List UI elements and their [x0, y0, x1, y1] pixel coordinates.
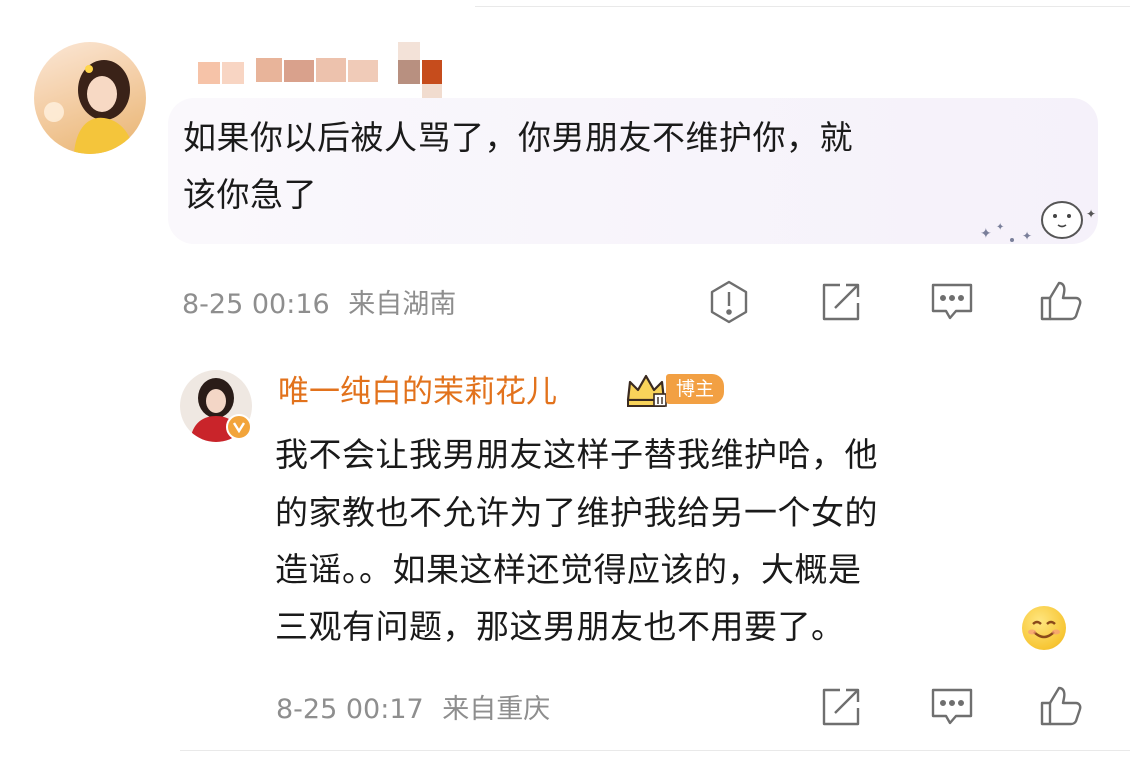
- svg-text:✦: ✦: [980, 226, 992, 242]
- bottom-divider: [180, 750, 1130, 751]
- cartoon-sticker-icon: ✦ ✦ ✦ ✦: [980, 201, 1096, 243]
- reply-text-line4: 三观有问题，那这男朋友也不用要了。: [275, 607, 845, 646]
- svg-text:✦: ✦: [1022, 229, 1032, 243]
- comment-date: 8-25 00:16: [182, 289, 330, 320]
- comment-location: 来自湖南: [348, 289, 457, 320]
- share-icon[interactable]: [818, 279, 864, 325]
- verified-badge-icon: [226, 414, 252, 440]
- svg-text:✦: ✦: [996, 222, 1004, 233]
- comment-text-line2: 该你急了: [183, 175, 317, 214]
- like-icon[interactable]: [1038, 279, 1084, 325]
- reply-text-line1: 我不会让我男朋友这样子替我维护哈，他: [275, 435, 878, 474]
- commenter-avatar[interactable]: [34, 42, 146, 154]
- smile-emoji: [1022, 606, 1066, 650]
- reply-meta: 8-25 00:17 来自重庆: [276, 687, 550, 726]
- comment-text-line1: 如果你以后被人骂了，你男朋友不维护你，就: [183, 118, 853, 157]
- reply-share-icon[interactable]: [818, 684, 864, 730]
- reply-comment-icon[interactable]: [929, 684, 975, 730]
- commenter-username-blurred[interactable]: [198, 42, 443, 98]
- comment-meta: 8-25 00:16 来自湖南: [182, 282, 456, 321]
- blogger-badge: 博主: [666, 374, 724, 404]
- reply-location: 来自重庆: [442, 694, 551, 725]
- top-divider: [475, 6, 1130, 7]
- reply-text-line3: 造谣。。如果这样还觉得应该的，大概是: [275, 550, 862, 589]
- reply-text-line2: 的家教也不允许为了维护我给另一个女的: [275, 493, 878, 532]
- svg-text:✦: ✦: [1086, 207, 1096, 221]
- reply-date: 8-25 00:17: [276, 694, 424, 725]
- reply-username[interactable]: 唯一纯白的茉莉花儿: [278, 366, 557, 411]
- crown-icon: [624, 370, 668, 408]
- report-icon[interactable]: [706, 279, 752, 325]
- reply-like-icon[interactable]: [1038, 684, 1084, 730]
- comment-icon[interactable]: [929, 279, 975, 325]
